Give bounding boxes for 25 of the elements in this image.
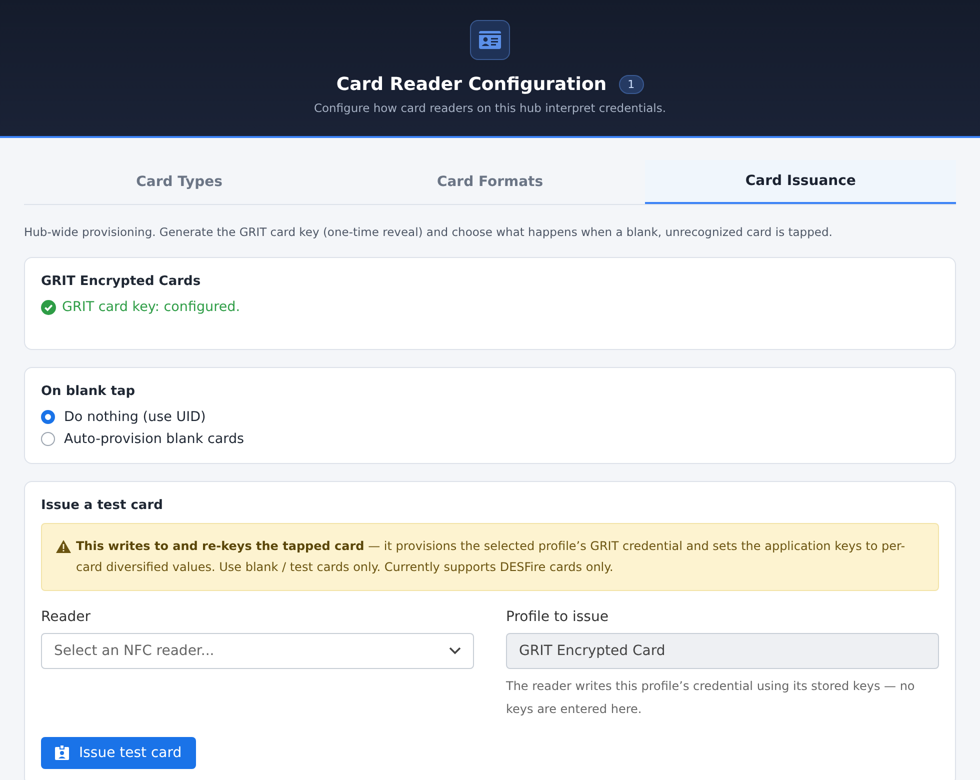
section-title: GRIT Encrypted Cards	[41, 274, 202, 289]
page-subtitle: Configure how card readers on this hub interpret credentials.	[314, 101, 666, 115]
radio-label[interactable]: Auto-provision blank cards	[64, 431, 244, 447]
tab[interactable]: Card Formats	[334, 160, 646, 204]
count-badge: 1	[618, 75, 644, 94]
chevron-down-icon	[449, 647, 461, 655]
issue-test-card-button[interactable]: Issue test card	[41, 736, 196, 769]
section-title: Issue a test card	[41, 498, 164, 513]
radio-button[interactable]	[41, 432, 55, 446]
radio-button[interactable]	[41, 410, 55, 424]
reader-select[interactable]: Select an NFC reader...	[41, 633, 474, 669]
radio-label[interactable]: Do nothing (use UID)	[64, 409, 206, 425]
tab[interactable]: Card Types	[24, 160, 335, 204]
intro-text: Hub-wide provisioning. Generate the GRIT card key (one-time reveal) and choose what happens when a blank, unrecognized card is tapped.	[24, 225, 834, 239]
badge-icon	[55, 745, 69, 760]
warning-icon	[56, 540, 71, 553]
field-label: Profile to issue	[506, 609, 610, 625]
field-label: Reader	[41, 609, 92, 625]
tab[interactable]: Card Issuance	[645, 160, 956, 204]
warning-text: This writes to and re-keys the tapped card — it provisions the selected profile’s GRIT credential and sets the application keys to per-card diversified values. Use blank / test cards only. Currently supports DESFire cards only.	[76, 538, 906, 576]
help-text: The reader writes this profile’s credential using its stored keys — no keys are entered here.	[506, 678, 916, 718]
status-text: GRIT card key: configured.	[62, 299, 240, 315]
page-title: Card Reader Configuration	[336, 74, 607, 95]
section-title: On blank tap	[41, 384, 136, 399]
id-card-icon	[470, 20, 510, 60]
